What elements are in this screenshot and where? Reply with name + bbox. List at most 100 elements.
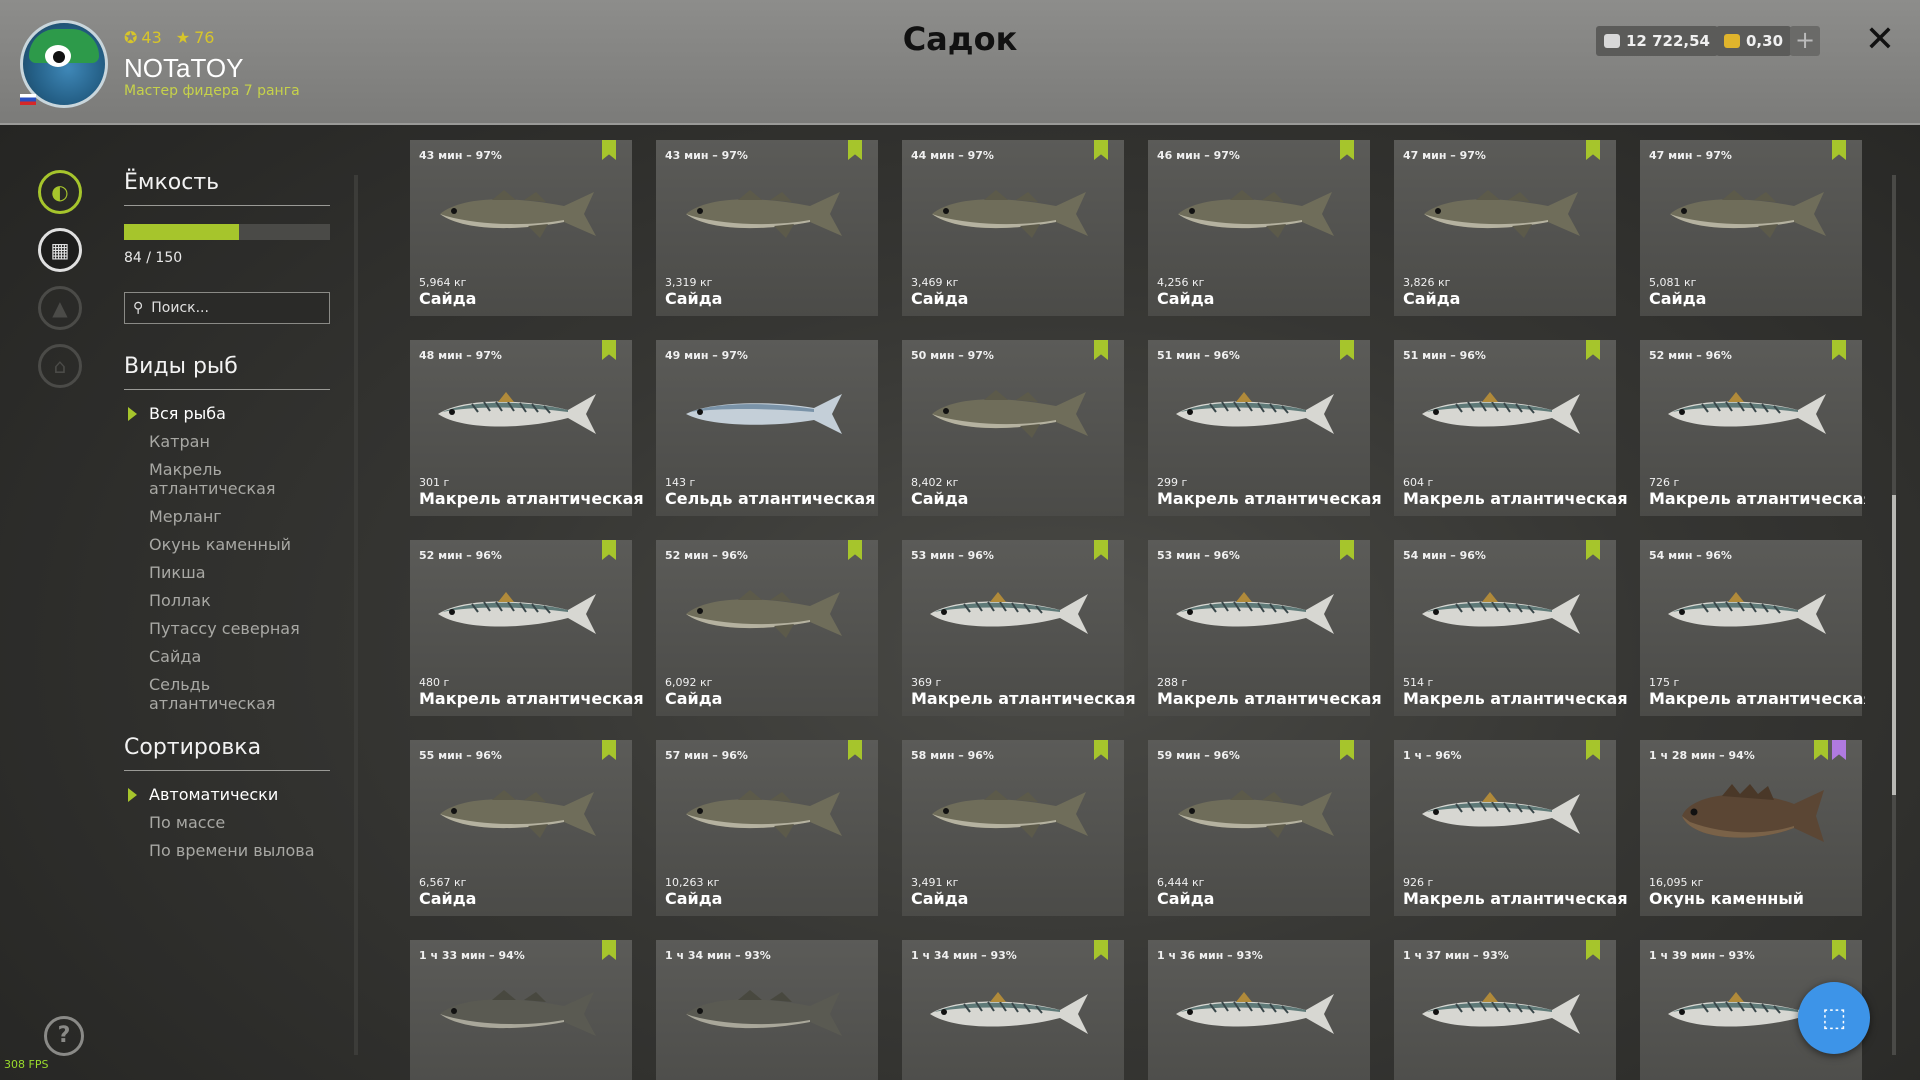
bookmark-icon[interactable]	[602, 940, 616, 960]
species-item[interactable]: Путассу северная	[124, 619, 330, 638]
catch-time: 51 мин – 96%	[1403, 349, 1486, 362]
silver-amount: 12 722,54	[1626, 32, 1710, 50]
fish-card[interactable]: 50 мин – 97% 8,402 кг Сайда	[902, 340, 1124, 516]
bookmark-icon[interactable]	[1832, 140, 1846, 160]
species-item[interactable]: Макрель атлантическая	[124, 460, 330, 498]
gold-icon	[1724, 34, 1740, 48]
tackle-icon[interactable]: ▲	[38, 286, 82, 330]
species-item[interactable]: Окунь каменный	[124, 535, 330, 554]
purple-bookmark-icon[interactable]	[1832, 740, 1846, 760]
bookmark-icon[interactable]	[1094, 540, 1108, 560]
fish-weight: 6,567 кг	[419, 876, 467, 889]
catch-time: 1 ч 34 мин – 93%	[665, 949, 771, 962]
fish-card[interactable]: 52 мин – 96% 6,092 кг Сайда	[656, 540, 878, 716]
grid-scrollbar[interactable]	[1892, 175, 1896, 1055]
close-button[interactable]: ✕	[1862, 22, 1898, 58]
help-button[interactable]: ?	[44, 1016, 84, 1056]
sort-item[interactable]: Автоматически	[124, 785, 330, 804]
fish-card[interactable]: 1 ч 37 мин – 93%	[1394, 940, 1616, 1080]
bookmark-icon[interactable]	[1340, 540, 1354, 560]
bookmark-icon[interactable]	[1094, 140, 1108, 160]
fish-card[interactable]: 51 мин – 96% 604 г Макрель атлантическая	[1394, 340, 1628, 516]
fish-card[interactable]: 48 мин – 97% 301 г Макрель атлантическая	[410, 340, 644, 516]
fish-weight: 8,402 кг	[911, 476, 959, 489]
search-box[interactable]: ⚲	[124, 292, 330, 324]
bookmark-icon[interactable]	[1094, 940, 1108, 960]
bookmark-icon[interactable]	[1586, 740, 1600, 760]
fish-card[interactable]: 1 ч 33 мин – 94%	[410, 940, 632, 1080]
species-item[interactable]: Катран	[124, 432, 330, 451]
bookmark-icon[interactable]	[1340, 740, 1354, 760]
bookmark-icon[interactable]	[848, 140, 862, 160]
selected-arrow-icon	[128, 407, 137, 421]
fish-card[interactable]: 52 мин – 96% 480 г Макрель атлантическая	[410, 540, 644, 716]
species-item[interactable]: Поллак	[124, 591, 330, 610]
bookmark-icon[interactable]	[602, 540, 616, 560]
pollack-fish-image	[678, 982, 856, 1046]
fish-card[interactable]: 49 мин – 97% 143 г Сельдь атлантическая	[656, 340, 878, 516]
bookmark-icon[interactable]	[1586, 140, 1600, 160]
species-item[interactable]: Вся рыба	[124, 404, 330, 423]
fish-card[interactable]: 54 мин – 96% 175 г Макрель атлантическая	[1640, 540, 1865, 716]
mackerel-fish-image	[1416, 782, 1594, 846]
fish-card[interactable]: 1 ч 28 мин – 94% 16,095 кг Окунь каменный	[1640, 740, 1862, 916]
sort-item[interactable]: По времени вылова	[124, 841, 330, 860]
species-item[interactable]: Пикша	[124, 563, 330, 582]
catch-time: 1 ч 33 мин – 94%	[419, 949, 525, 962]
fish-card[interactable]: 43 мин – 97% 5,964 кг Сайда	[410, 140, 632, 316]
bookmark-icon[interactable]	[848, 740, 862, 760]
fish-card[interactable]: 51 мин – 96% 299 г Макрель атлантическая	[1148, 340, 1382, 516]
home-icon[interactable]: ⌂	[38, 344, 82, 388]
fish-card[interactable]: 46 мин – 97% 4,256 кг Сайда	[1148, 140, 1370, 316]
bookmark-icon[interactable]	[602, 740, 616, 760]
bookmark-icon[interactable]	[1814, 740, 1828, 760]
species-list: Вся рыба Катран Макрель атлантическая Мерла…	[124, 404, 330, 713]
saithe-fish-image	[1170, 782, 1348, 846]
scrollbar-thumb[interactable]	[1892, 495, 1896, 795]
fish-card[interactable]: 1 ч 34 мин – 93%	[656, 940, 878, 1080]
bookmark-icon[interactable]	[1340, 140, 1354, 160]
species-item[interactable]: Мерланг	[124, 507, 330, 526]
catch-time: 1 ч 28 мин – 94%	[1649, 749, 1755, 762]
fish-card[interactable]: 43 мин – 97% 3,319 кг Сайда	[656, 140, 878, 316]
keepnet-icon[interactable]: ▦	[38, 228, 82, 272]
fish-card[interactable]: 54 мин – 96% 514 г Макрель атлантическая	[1394, 540, 1628, 716]
fish-card[interactable]: 47 мин – 97% 5,081 кг Сайда	[1640, 140, 1862, 316]
bookmark-icon[interactable]	[602, 340, 616, 360]
search-input[interactable]	[149, 299, 324, 317]
silver-icon	[1604, 34, 1620, 48]
bookmark-icon[interactable]	[1340, 340, 1354, 360]
bookmark-icon[interactable]	[602, 140, 616, 160]
cursor-mode-button[interactable]: ⬚	[1798, 982, 1870, 1054]
fish-card[interactable]: 53 мин – 96% 288 г Макрель атлантическая	[1148, 540, 1382, 716]
fish-card[interactable]: 44 мин – 97% 3,469 кг Сайда	[902, 140, 1124, 316]
fish-icon[interactable]: ◐	[38, 170, 82, 214]
fish-card[interactable]: 53 мин – 96% 369 г Макрель атлантическая	[902, 540, 1136, 716]
fish-card[interactable]: 1 ч 34 мин – 93%	[902, 940, 1124, 1080]
add-currency-button[interactable]: +	[1790, 26, 1820, 56]
fish-card[interactable]: 59 мин – 96% 6,444 кг Сайда	[1148, 740, 1370, 916]
species-item[interactable]: Сельдь атлантическая	[124, 675, 330, 713]
bookmark-icon[interactable]	[1094, 340, 1108, 360]
bookmark-icon[interactable]	[1586, 540, 1600, 560]
fish-card[interactable]: 47 мин – 97% 3,826 кг Сайда	[1394, 140, 1616, 316]
fish-card[interactable]: 52 мин – 96% 726 г Макрель атлантическая	[1640, 340, 1865, 516]
bookmark-icon[interactable]	[848, 540, 862, 560]
bookmark-icon[interactable]	[1094, 740, 1108, 760]
panel-divider	[354, 175, 358, 1055]
sort-item[interactable]: По массе	[124, 813, 330, 832]
bookmark-icon[interactable]	[1832, 940, 1846, 960]
bookmark-icon[interactable]	[1586, 340, 1600, 360]
selected-arrow-icon	[128, 788, 137, 802]
player-rank: Мастер фидера 7 ранга	[124, 83, 300, 99]
bookmark-icon[interactable]	[1586, 940, 1600, 960]
fish-card[interactable]: 1 ч – 96% 926 г Макрель атлантическая	[1394, 740, 1628, 916]
fish-card[interactable]: 58 мин – 96% 3,491 кг Сайда	[902, 740, 1124, 916]
bookmark-icon[interactable]	[1832, 340, 1846, 360]
mackerel-fish-image	[1170, 982, 1348, 1046]
fish-card[interactable]: 55 мин – 96% 6,567 кг Сайда	[410, 740, 632, 916]
species-item-label: Вся рыба	[149, 404, 226, 423]
species-item[interactable]: Сайда	[124, 647, 330, 666]
fish-card[interactable]: 1 ч 36 мин – 93%	[1148, 940, 1370, 1080]
fish-card[interactable]: 57 мин – 96% 10,263 кг Сайда	[656, 740, 878, 916]
